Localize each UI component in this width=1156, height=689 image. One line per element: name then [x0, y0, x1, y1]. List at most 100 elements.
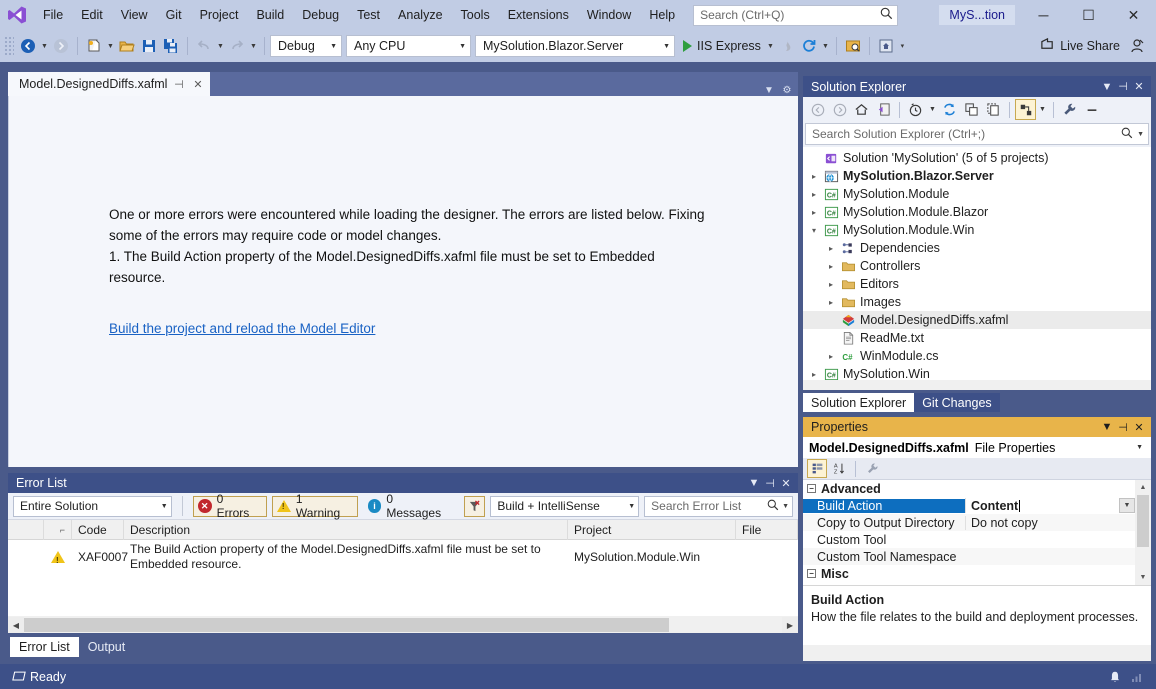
tree-item-controllers[interactable]: ▸ Controllers — [803, 257, 1151, 275]
tree-item-mysolution-module[interactable]: ▸ C# MySolution.Module — [803, 185, 1151, 203]
collapse-all-icon[interactable] — [961, 99, 982, 120]
menu-view[interactable]: View — [112, 0, 157, 30]
property-category-misc[interactable]: − Misc — [803, 565, 1135, 582]
categorized-icon[interactable] — [807, 459, 827, 478]
wrench-icon[interactable] — [1059, 99, 1080, 120]
startup-project-combo[interactable]: MySolution.Blazor.Server ▼ — [475, 35, 675, 57]
bell-icon[interactable] — [1104, 670, 1126, 684]
minimize-button[interactable]: ─ — [1021, 0, 1066, 30]
close-icon[interactable]: ✕ — [1131, 80, 1147, 93]
expander-collapsed-icon[interactable]: ▸ — [807, 370, 821, 379]
expander-collapsed-icon[interactable]: ▸ — [807, 172, 821, 181]
tab-git-changes[interactable]: Git Changes — [914, 393, 1000, 412]
column-code[interactable]: Code — [72, 519, 124, 540]
tree-item-solution-mysolution-5-of-5-projects[interactable]: Solution 'MySolution' (5 of 5 projects) — [803, 149, 1151, 167]
new-item-dropdown-icon[interactable]: ▼ — [105, 34, 116, 58]
open-file-icon[interactable] — [116, 34, 138, 58]
menu-tools[interactable]: Tools — [452, 0, 499, 30]
properties-object-combo[interactable]: Model.DesignedDiffs.xafml File Propertie… — [803, 437, 1151, 458]
maximize-button[interactable]: ☐ — [1066, 0, 1111, 30]
scroll-right-icon[interactable]: ▶ — [782, 617, 798, 633]
error-list-hscrollbar[interactable]: ◀ ▶ — [8, 617, 798, 633]
menu-test[interactable]: Test — [348, 0, 389, 30]
close-icon[interactable]: ✕ — [778, 477, 794, 490]
warnings-filter-button[interactable]: 1 Warning — [271, 492, 358, 520]
tree-item-winmodule-cs[interactable]: ▸ C# WinModule.cs — [803, 347, 1151, 365]
pending-changes-icon[interactable] — [873, 99, 894, 120]
chevron-down-icon[interactable]: ▼ — [746, 477, 762, 489]
tab-error-list[interactable]: Error List — [10, 637, 79, 657]
expander-collapsed-icon[interactable]: ▸ — [824, 352, 838, 361]
tab-dropdown-icon[interactable]: ▼ — [762, 85, 776, 96]
menu-edit[interactable]: Edit — [72, 0, 112, 30]
run-dropdown-icon[interactable]: ▼ — [765, 34, 776, 58]
configuration-combo[interactable]: Debug ▼ — [270, 35, 342, 57]
history-dropdown-icon[interactable]: ▼ — [927, 98, 938, 122]
close-icon[interactable]: ✕ — [1131, 421, 1147, 434]
expander-collapsed-icon[interactable]: ▸ — [807, 208, 821, 217]
properties-grid[interactable]: − Advanced Build Action Content ▼ Copy to Out… — [803, 480, 1151, 585]
tab-output[interactable]: Output — [79, 637, 135, 657]
navigate-back-dropdown-icon[interactable]: ▼ — [39, 34, 50, 58]
property-value[interactable]: Do not copy — [965, 515, 1135, 530]
refresh-icon[interactable] — [939, 99, 960, 120]
collapse-icon[interactable]: − — [807, 569, 816, 578]
scroll-down-icon[interactable]: ▼ — [1135, 570, 1151, 585]
build-and-reload-link[interactable]: Build the project and reload the Model E… — [109, 321, 375, 336]
signal-icon[interactable] — [1126, 671, 1148, 683]
property-value[interactable]: Content ▼ — [965, 498, 1135, 513]
menu-extensions[interactable]: Extensions — [499, 0, 578, 30]
expander-collapsed-icon[interactable]: ▸ — [824, 298, 838, 307]
home-preview-icon[interactable] — [875, 34, 897, 58]
navigate-back-icon[interactable] — [17, 34, 39, 58]
column-description[interactable]: Description — [124, 519, 568, 540]
scroll-thumb[interactable] — [24, 618, 669, 632]
property-row-custom-tool[interactable]: Custom Tool — [803, 531, 1135, 548]
chevron-down-icon[interactable]: ▼ — [1099, 421, 1115, 433]
pin-icon[interactable]: ⊣ — [1115, 80, 1131, 93]
menu-debug[interactable]: Debug — [293, 0, 348, 30]
expander-expanded-icon[interactable]: ▾ — [807, 226, 821, 235]
scroll-left-icon[interactable]: ◀ — [8, 617, 24, 633]
menu-window[interactable]: Window — [578, 0, 640, 30]
pin-icon[interactable]: ⊣ — [1115, 421, 1131, 434]
pin-icon[interactable]: ⊣ — [762, 477, 778, 490]
tree-item-mysolution-blazor-server[interactable]: ▸ MySolution.Blazor.Server — [803, 167, 1151, 185]
menu-help[interactable]: Help — [640, 0, 684, 30]
column-file[interactable]: File — [736, 519, 798, 540]
column-project[interactable]: Project — [568, 519, 736, 540]
scroll-up-icon[interactable]: ▲ — [1135, 480, 1151, 495]
tree-item-model-designeddiffs-xafml[interactable]: Model.DesignedDiffs.xafml — [803, 311, 1151, 329]
overflow-icon[interactable]: ▾ — [897, 34, 908, 58]
platform-combo[interactable]: Any CPU ▼ — [346, 35, 471, 57]
tree-item-mysolution-module-blazor[interactable]: ▸ C# MySolution.Module.Blazor — [803, 203, 1151, 221]
column-sort[interactable]: ⌐ — [44, 519, 72, 540]
menu-analyze[interactable]: Analyze — [389, 0, 451, 30]
expander-collapsed-icon[interactable]: ▸ — [824, 244, 838, 253]
error-source-combo[interactable]: Build + IntelliSense ▼ — [490, 495, 640, 517]
save-all-icon[interactable] — [160, 34, 182, 58]
table-row[interactable]: XAF0007 The Build Action property of the… — [8, 540, 798, 574]
live-share-button[interactable]: Live Share — [1034, 34, 1126, 58]
error-search-input[interactable]: Search Error List ▼ — [644, 495, 793, 517]
properties-dropdown-icon[interactable]: ▼ — [1037, 98, 1048, 122]
expander-collapsed-icon[interactable]: ▸ — [824, 262, 838, 271]
expander-collapsed-icon[interactable]: ▸ — [824, 280, 838, 289]
clear-filter-icon[interactable] — [463, 495, 486, 517]
expander-collapsed-icon[interactable]: ▸ — [807, 190, 821, 199]
new-item-icon[interactable] — [83, 34, 105, 58]
restart-icon[interactable] — [798, 34, 820, 58]
tree-item-mysolution-win[interactable]: ▸ C# MySolution.Win — [803, 365, 1151, 380]
property-row-custom-tool-namespace[interactable]: Custom Tool Namespace — [803, 548, 1135, 565]
solution-explorer-search-input[interactable]: Search Solution Explorer (Ctrl+;) ▼ — [805, 123, 1149, 145]
search-options-icon[interactable]: ▼ — [1133, 131, 1144, 138]
close-icon[interactable]: ✕ — [190, 78, 205, 91]
errors-filter-button[interactable]: ✕ 0 Errors — [192, 492, 267, 520]
tree-item-dependencies[interactable]: ▸ Dependencies — [803, 239, 1151, 257]
preview-icon[interactable] — [842, 34, 864, 58]
property-pages-icon[interactable] — [862, 459, 882, 478]
view-history-icon[interactable] — [905, 99, 926, 120]
solution-tree[interactable]: Solution 'MySolution' (5 of 5 projects) ▸… — [803, 147, 1151, 380]
tree-item-mysolution-module-win[interactable]: ▾ C# MySolution.Module.Win — [803, 221, 1151, 239]
toolbar-grip[interactable] — [4, 36, 14, 56]
